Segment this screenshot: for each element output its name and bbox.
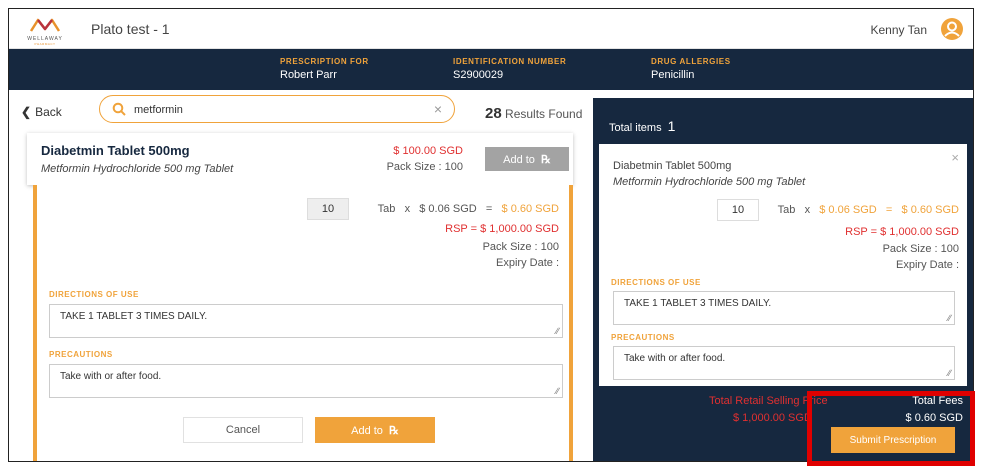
resize-handle-icon[interactable]: ∕∕: [948, 368, 951, 378]
precautions-text: Take with or after food.: [60, 371, 162, 382]
drug-detail-panel: 10 Tab x $ 0.06 SGD = $ 0.60 SGD RSP = $…: [33, 185, 573, 461]
cart-item-name: Diabetmin Tablet 500mg: [613, 160, 732, 172]
page-title: Plato test - 1: [91, 21, 170, 37]
precautions-textarea[interactable]: Take with or after food. ∕∕: [49, 364, 563, 398]
drug-allergies-label: DRUG ALLERGIES: [651, 57, 731, 66]
search-input[interactable]: [134, 102, 424, 117]
cart-precautions-textarea[interactable]: Take with or after food. ∕∕: [613, 346, 955, 380]
cart-pack-size: Pack Size : 100: [882, 243, 959, 255]
prescription-summary-panel: Total items 1 × Diabetmin Tablet 500mg Me…: [593, 98, 973, 461]
back-button[interactable]: ❮ Back: [21, 105, 62, 119]
directions-textarea[interactable]: TAKE 1 TABLET 3 TIMES DAILY. ∕∕: [49, 304, 563, 338]
user-name[interactable]: Kenny Tan: [871, 23, 928, 37]
rsp-value: RSP = $ 1,000.00 SGD: [445, 223, 559, 235]
search-bar[interactable]: ×: [99, 95, 455, 123]
rx-icon: ℞: [541, 153, 551, 166]
drug-result-card[interactable]: Diabetmin Tablet 500mg Metformin Hydroch…: [27, 133, 573, 185]
clear-search-icon[interactable]: ×: [434, 101, 442, 117]
add-to-label: Add to: [503, 153, 535, 166]
remove-item-icon[interactable]: ×: [951, 150, 959, 165]
search-icon: [112, 102, 126, 116]
pack-size: Pack Size : 100: [482, 241, 559, 253]
top-bar: WELLAWAY PHARMACY Plato test - 1 Kenny T…: [9, 9, 973, 49]
wellaway-logo: WELLAWAY PHARMACY: [23, 15, 67, 46]
results-label: Results Found: [505, 107, 583, 121]
drug-allergies-field: DRUG ALLERGIES Penicillin: [651, 57, 731, 81]
directions-label: DIRECTIONS OF USE: [49, 290, 139, 299]
results-number: 28: [485, 105, 502, 122]
drug-generic-name: Metformin Hydrochloride 500 mg Tablet: [41, 163, 234, 175]
user-avatar-icon[interactable]: [941, 18, 963, 40]
cart-quantity-input[interactable]: 10: [717, 199, 759, 221]
price-calculation: Tab x $ 0.06 SGD = $ 0.60 SGD: [378, 203, 559, 215]
drug-allergies-value: Penicillin: [651, 69, 695, 81]
patient-banner: PRESCRIPTION FOR Robert Parr IDENTIFICAT…: [9, 49, 973, 90]
cart-price-calculation: Tab x $ 0.06 SGD = $ 0.60 SGD: [778, 204, 959, 216]
unit-price: $ 0.06 SGD: [419, 203, 477, 215]
total-fees-label: Total Fees: [912, 395, 963, 407]
prescription-for-value: Robert Parr: [280, 69, 337, 81]
unit-label: Tab: [777, 204, 796, 216]
total-rsp-label: Total Retail Selling Price: [709, 395, 828, 407]
prescription-for-field: PRESCRIPTION FOR Robert Parr: [280, 57, 369, 81]
precautions-label: PRECAUTIONS: [49, 350, 113, 359]
total-items: Total items 1: [609, 118, 675, 134]
cart-rsp-value: RSP = $ 1,000.00 SGD: [845, 226, 959, 238]
add-to-label: Add to: [351, 424, 383, 437]
total-items-label: Total items: [609, 122, 662, 134]
submit-prescription-button[interactable]: Submit Prescription: [831, 427, 955, 453]
chevron-left-icon: ❮: [21, 105, 32, 119]
add-to-rx-button[interactable]: Add to ℞: [315, 417, 435, 443]
resize-handle-icon[interactable]: ∕∕: [948, 313, 951, 323]
resize-handle-icon[interactable]: ∕∕: [556, 386, 559, 396]
total-rsp-value: $ 1,000.00 SGD: [733, 412, 812, 424]
cart-directions-text: TAKE 1 TABLET 3 TIMES DAILY.: [624, 298, 772, 309]
line-total: $ 0.60 SGD: [501, 203, 559, 215]
drug-pack-size: Pack Size : 100: [386, 161, 463, 173]
unit-price: $ 0.06 SGD: [819, 204, 877, 216]
app-window: WELLAWAY PHARMACY Plato test - 1 Kenny T…: [8, 8, 974, 462]
drug-name: Diabetmin Tablet 500mg: [41, 143, 190, 158]
drug-price: $ 100.00 SGD: [393, 145, 463, 157]
equals-sign: =: [885, 204, 893, 216]
cart-directions-textarea[interactable]: TAKE 1 TABLET 3 TIMES DAILY. ∕∕: [613, 291, 955, 325]
logo-subtext: PHARMACY: [34, 42, 56, 46]
identification-value: S2900029: [453, 69, 504, 81]
cart-expiry-date: Expiry Date :: [896, 259, 959, 271]
directions-text: TAKE 1 TABLET 3 TIMES DAILY.: [60, 311, 208, 322]
prescription-for-label: PRESCRIPTION FOR: [280, 57, 369, 66]
line-total: $ 0.60 SGD: [901, 204, 959, 216]
add-to-rx-button-disabled[interactable]: Add to ℞: [485, 147, 569, 171]
expiry-date: Expiry Date :: [496, 257, 559, 269]
cart-item-card: × Diabetmin Tablet 500mg Metformin Hydro…: [599, 144, 967, 386]
total-items-value: 1: [667, 118, 676, 134]
back-label: Back: [35, 105, 62, 119]
rx-icon: ℞: [389, 424, 399, 437]
identification-label: IDENTIFICATION NUMBER: [453, 57, 567, 66]
cart-item-generic: Metformin Hydrochloride 500 mg Tablet: [613, 176, 806, 188]
times-sign: x: [404, 203, 411, 215]
quantity-input[interactable]: 10: [307, 198, 349, 220]
cancel-button[interactable]: Cancel: [183, 417, 303, 443]
identification-field: IDENTIFICATION NUMBER S2900029: [453, 57, 566, 81]
resize-handle-icon[interactable]: ∕∕: [556, 326, 559, 336]
unit-label: Tab: [377, 203, 396, 215]
cart-directions-label: DIRECTIONS OF USE: [611, 278, 701, 287]
cart-precautions-label: PRECAUTIONS: [611, 333, 675, 342]
equals-sign: =: [485, 203, 493, 215]
cart-precautions-text: Take with or after food.: [624, 353, 726, 364]
times-sign: x: [804, 204, 811, 216]
results-count: 28 Results Found: [485, 105, 582, 122]
total-fees-value: $ 0.60 SGD: [905, 412, 963, 424]
